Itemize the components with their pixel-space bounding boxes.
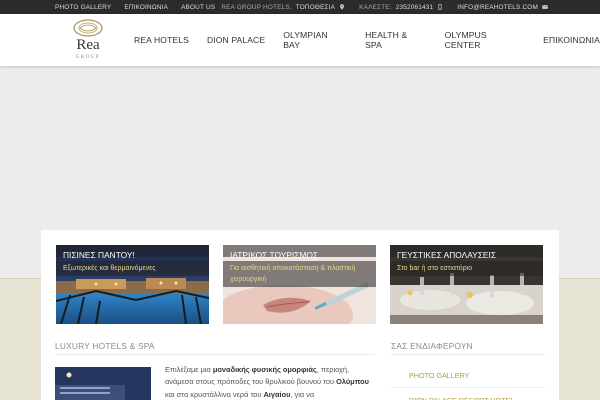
tile-title: ΠΙΣΙΝΕΣ ΠΑΝΤΟΥ! <box>56 245 209 260</box>
intro-bold-2: Ολύμπου <box>336 377 369 387</box>
phone-link[interactable]: 2352061431 <box>396 4 434 11</box>
envelope-icon <box>542 5 548 9</box>
tile-subtitle: Εξωτερικές και θερμαινόμενες <box>56 261 209 276</box>
nav-dion-palace[interactable]: DION PALACE <box>207 35 265 45</box>
intro-paragraph: Επιλέξαμε μια μοναδικής φυσικής ομορφιάς… <box>165 364 375 400</box>
feature-tile-medical[interactable]: ΙΑΤΡΙΚΟΣ ΤΟΥΡΙΣΜΟΣ Για αισθητική αποκατά… <box>223 245 376 324</box>
top-bar: PHOTO GALLERY ΕΠΙΚΟΙΝΩΝΙΑ ABOUT US REA G… <box>0 0 600 14</box>
intro-text-1: Επιλέξαμε μια <box>165 365 213 374</box>
section-heading-interests: ΣΑΣ ΕΝΔΙΑΦΕΡΟΥΝ <box>391 341 473 351</box>
email-link[interactable]: INFO@REAHOTELS.COM <box>457 4 538 11</box>
tile-subtitle: Για αισθητική αποκατάσταση & πλαστική χε… <box>223 261 376 287</box>
nav-rea-hotels[interactable]: REA HOTELS <box>134 35 189 45</box>
nav-olympian-bay[interactable]: OLYMPIAN BAY <box>283 30 347 50</box>
tile-subtitle: Στο bar ή στο εστιατόριο <box>390 261 543 276</box>
tile-title: ΓΕΥΣΤΙΚΕΣ ΑΠΟΛΑΥΣΕΙΣ <box>390 245 543 260</box>
top-contact-info: REA GROUP HOTELS, ΤΟΠΟΘΕΣΙΑ ΚΑΛΕΣΤΕ: 235… <box>221 0 548 14</box>
intro-text-4: , για να <box>290 389 315 399</box>
top-link-about-us[interactable]: ABOUT US <box>181 4 215 11</box>
location-prefix: REA GROUP HOTELS, <box>221 3 292 11</box>
nav-health-spa[interactable]: HEALTH & SPA <box>365 30 427 50</box>
intro-bold-3: Αιγαίου <box>263 389 291 399</box>
main-header: Rea GROUP REA HOTELS DION PALACE OLYMPIA… <box>0 14 600 66</box>
map-pin-icon <box>340 4 345 10</box>
logo-emblem-icon <box>73 19 103 37</box>
call-label: ΚΑΛΕΣΤΕ: <box>359 3 392 11</box>
top-link-photo-gallery[interactable]: PHOTO GALLERY <box>55 4 111 11</box>
interest-list: PHOTO GALLERY DION PALACE RESORT HOTEL <box>391 363 545 400</box>
top-link-contact[interactable]: ΕΠΙΚΟΙΝΩΝΙΑ <box>124 4 168 11</box>
rea-group-logo[interactable]: Rea GROUP <box>66 18 110 64</box>
hotel-photo <box>55 367 151 400</box>
main-nav: REA HOTELS DION PALACE OLYMPIAN BAY HEAL… <box>134 14 600 66</box>
content-card: ΠΙΣΙΝΕΣ ΠΑΝΤΟΥ! Εξωτερικές και θερμαινόμ… <box>41 230 559 400</box>
location-link[interactable]: ΤΟΠΟΘΕΣΙΑ <box>296 4 335 11</box>
section-divider <box>55 354 375 355</box>
logo-word: Rea <box>76 37 100 53</box>
section-heading-luxury: LUXURY HOTELS & SPA <box>55 341 155 351</box>
sidebar-divider <box>391 354 545 355</box>
top-links: PHOTO GALLERY ΕΠΙΚΟΙΝΩΝΙΑ ABOUT US <box>55 0 215 14</box>
tile-title: ΙΑΤΡΙΚΟΣ ΤΟΥΡΙΣΜΟΣ <box>223 245 376 260</box>
logo-subtitle: GROUP <box>75 55 101 60</box>
mobile-phone-icon <box>438 4 442 10</box>
feature-tile-dining[interactable]: ΓΕΥΣΤΙΚΕΣ ΑΠΟΛΑΥΣΕΙΣ Στο bar ή στο εστια… <box>390 245 543 324</box>
intro-bold-1: μοναδικής φυσικής ομορφιάς <box>212 365 317 374</box>
hotel-thumbnail[interactable] <box>55 367 151 400</box>
intro-text-3: και στα κρυστάλλινα νερά του <box>165 389 264 399</box>
nav-contact[interactable]: ΕΠΙΚΟΙΝΩΝΙΑ <box>543 35 600 45</box>
interest-item-photo-gallery[interactable]: PHOTO GALLERY <box>391 363 545 388</box>
interest-item-dion-palace[interactable]: DION PALACE RESORT HOTEL <box>391 388 545 400</box>
feature-tile-pools[interactable]: ΠΙΣΙΝΕΣ ΠΑΝΤΟΥ! Εξωτερικές και θερμαινόμ… <box>56 245 209 324</box>
nav-olympus-center[interactable]: OLYMPUS CENTER <box>445 30 525 50</box>
